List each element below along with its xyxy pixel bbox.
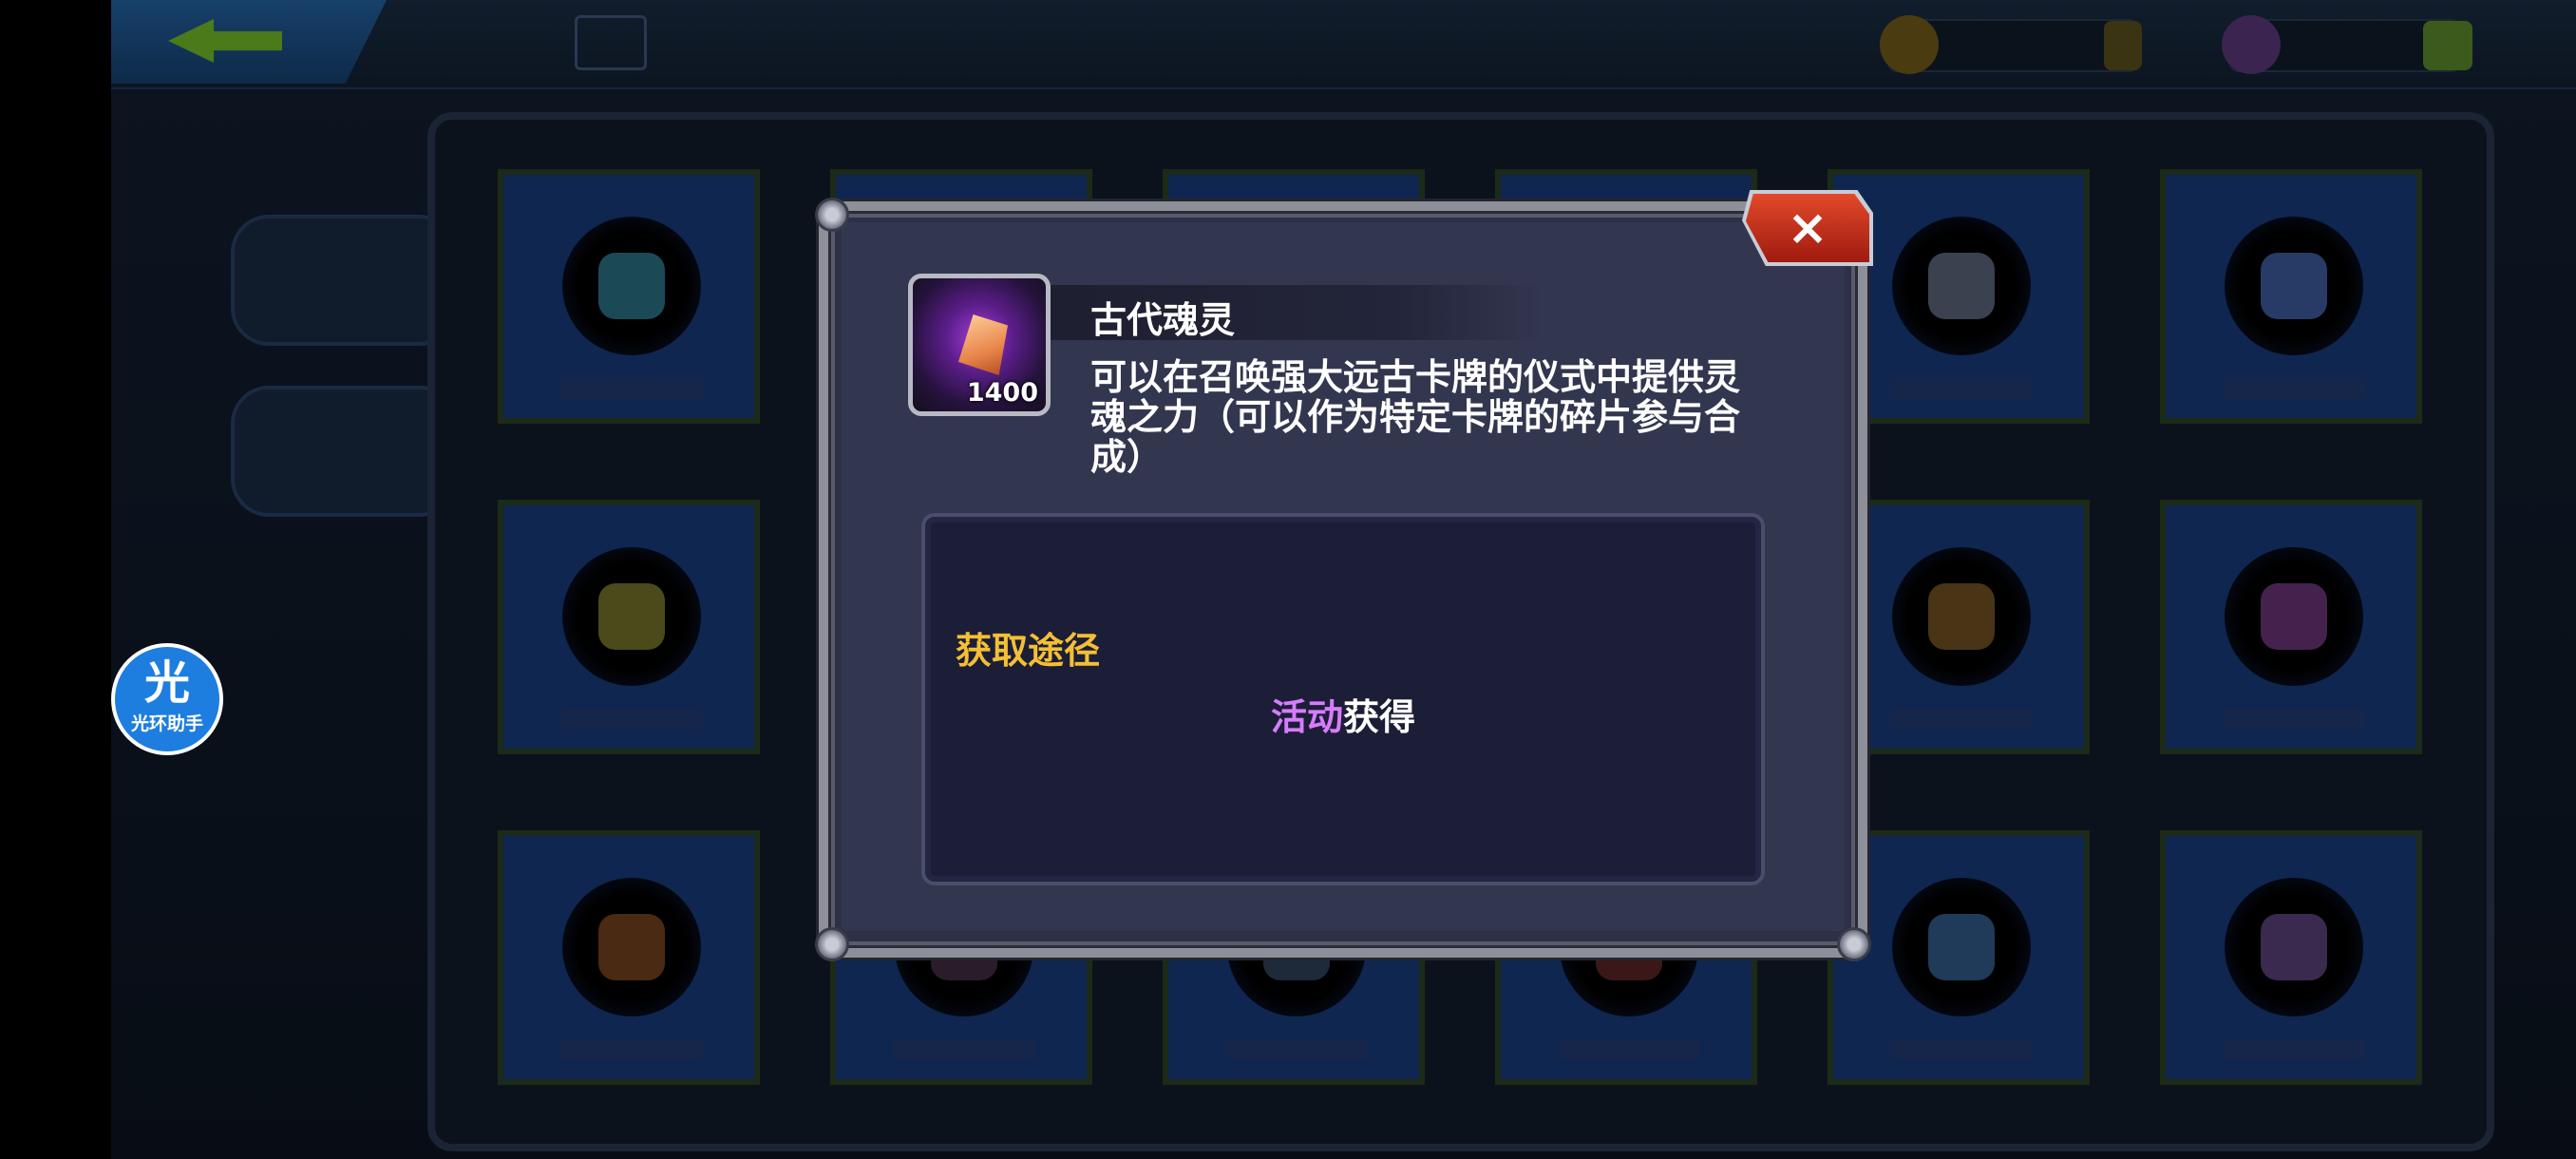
corner-bolt-icon: [815, 198, 849, 232]
item-name: 古代魂灵: [1090, 299, 1236, 341]
close-icon: ×: [1787, 200, 1828, 256]
halo-assistant-icon: 光: [143, 656, 190, 710]
halo-assistant-button[interactable]: 光 光环助手: [111, 643, 223, 755]
grid-card: [498, 500, 760, 754]
item-description: 可以在召唤强大远古卡牌的仪式中提供灵魂之力（可以作为特定卡牌的碎片参与合成）: [1090, 356, 1741, 478]
gem-resource: [2222, 15, 2472, 74]
item-count: 1400: [966, 378, 1038, 408]
acquisition-source-entry: 活动获得: [925, 688, 1761, 740]
side-tab-1: [231, 215, 457, 346]
grid-card: [498, 830, 760, 1085]
back-button: [111, 0, 387, 84]
gold-resource: [1880, 15, 2142, 74]
gold-coin-icon: [1880, 15, 1939, 74]
corner-bolt-icon: [1837, 927, 1871, 961]
grid-card: [2160, 500, 2422, 754]
corner-bolt-icon: [815, 927, 849, 961]
top-bar: [111, 0, 2576, 89]
gem-icon: [2222, 15, 2281, 74]
item-info-dialog: × 1400 古代魂灵 可以在召唤强大远古卡牌的仪式中提供灵魂之力（可以作为特定…: [815, 190, 1873, 961]
purple-soul-shard-icon: [958, 314, 1008, 375]
event-source-link[interactable]: 活动: [1271, 696, 1343, 738]
back-arrow-icon: [168, 19, 282, 63]
acquisition-source-title: 获取途径: [956, 630, 1101, 672]
grid-card: [498, 169, 760, 424]
halo-assistant-label: 光环助手: [130, 713, 203, 734]
acquisition-source-box: 获取途径 活动获得: [921, 513, 1765, 885]
side-tab-2: [231, 386, 457, 517]
source-suffix: 获得: [1343, 696, 1416, 738]
dropdown-icon: [2104, 21, 2142, 70]
grid-card: [2160, 169, 2422, 424]
add-icon: [2423, 21, 2472, 70]
page-icon: [575, 15, 647, 70]
grid-card: [2160, 830, 2422, 1085]
item-icon: 1400: [908, 274, 1051, 416]
close-button[interactable]: ×: [1746, 194, 1869, 262]
